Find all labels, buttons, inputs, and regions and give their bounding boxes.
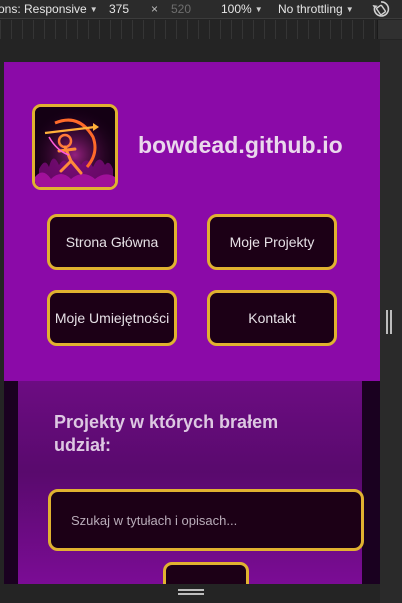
throttling-select[interactable]: No throttling ▼ — [278, 2, 354, 17]
section-title: Projekty w których brałem udział: — [54, 412, 279, 455]
rotate-icon[interactable] — [372, 0, 390, 18]
device-toolbar: ons: Responsive ▼ 375 × 520 100% ▼ No thro… — [0, 0, 402, 19]
ruler-track — [0, 20, 377, 39]
projects-section: Projekty w których brałem udział: — [4, 381, 380, 584]
resize-handle-right[interactable] — [386, 310, 392, 334]
throttling-label: No throttling — [278, 2, 343, 16]
nav-skills-button[interactable]: Moje Umiejętności — [47, 290, 177, 346]
projects-panel: Projekty w których brałem udział: — [18, 381, 364, 584]
chevron-down-icon: ▼ — [345, 5, 354, 14]
chevron-down-icon: ▼ — [89, 5, 98, 14]
zoom-label: 100% — [221, 2, 252, 16]
width-input[interactable]: 375 — [109, 2, 129, 17]
nav-home-button[interactable]: Strona Główna — [47, 214, 177, 270]
height-input[interactable]: 520 — [171, 2, 191, 17]
search-input[interactable] — [48, 489, 364, 551]
archer-logo-icon[interactable] — [32, 104, 118, 190]
zoom-select[interactable]: 100% ▼ — [221, 2, 263, 17]
ruler-bar — [0, 20, 402, 39]
site-title[interactable]: bowdead.github.io — [138, 132, 343, 159]
device-select-label: ons: Responsive — [0, 2, 87, 16]
chevron-down-icon: ▼ — [254, 5, 263, 14]
ruler-overflow — [378, 20, 402, 39]
nav-contact-button[interactable]: Kontakt — [207, 290, 337, 346]
nav-projects-button[interactable]: Moje Projekty — [207, 214, 337, 270]
dimension-separator: × — [151, 2, 159, 16]
resize-handle-bottom[interactable] — [178, 589, 204, 595]
device-viewport: bowdead.github.io Strona Główna Moje Pro… — [4, 62, 380, 584]
filter-button[interactable] — [163, 562, 249, 584]
device-select[interactable]: ons: Responsive ▼ — [0, 2, 98, 17]
site-header: bowdead.github.io Strona Główna Moje Pro… — [4, 62, 380, 381]
